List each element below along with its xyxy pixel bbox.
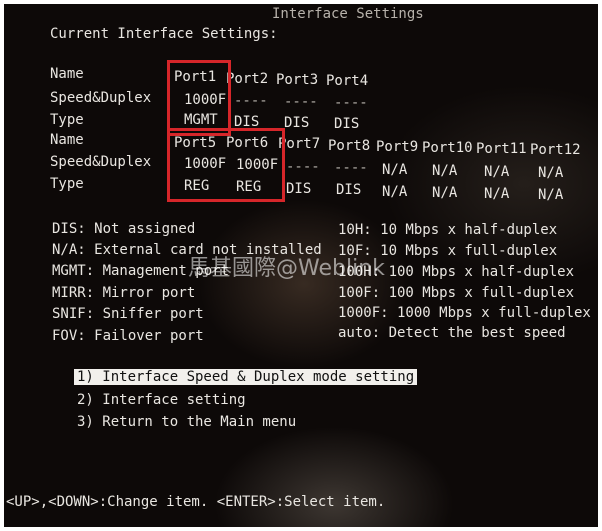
port-type: N/A [382, 184, 408, 200]
port-name: Port8 [328, 138, 371, 154]
port-speed: N/A [538, 165, 564, 181]
port-type: DIS [284, 115, 310, 131]
menu-item-interface-setting[interactable]: 2) Interface setting [77, 392, 246, 408]
port-name: Port4 [326, 73, 369, 89]
port-speed: ---- [334, 95, 368, 111]
highlight-box-port1 [167, 60, 231, 136]
window-title: Interface Settings [272, 6, 424, 22]
port-speed: ---- [234, 93, 268, 109]
label-type-1: Type [50, 112, 84, 128]
legend-left-item: DIS: Not assigned [52, 221, 196, 237]
port-speed: ---- [284, 94, 318, 110]
port-type: DIS [336, 182, 362, 198]
port-name: Port12 [530, 142, 581, 158]
legend-left-item: FOV: Failover port [52, 328, 204, 344]
label-speed-1: Speed&Duplex [50, 90, 152, 106]
legend-right-item: 100F: 100 Mbps x full-duplex [338, 285, 575, 301]
section-title: Current Interface Settings: [50, 26, 278, 42]
highlight-box-port5-6 [167, 128, 285, 202]
port-type: N/A [538, 187, 564, 203]
legend-left-item: MIRR: Mirror port [52, 285, 196, 301]
label-type-2: Type [50, 176, 84, 192]
legend-right-item: 10H: 10 Mbps x half-duplex [338, 222, 558, 238]
port-name: Port2 [226, 71, 269, 87]
menu-item-speed-duplex[interactable]: 1) Interface Speed & Duplex mode setting [74, 369, 418, 385]
port-type: DIS [334, 116, 360, 132]
port-name: Port10 [422, 140, 473, 156]
port-speed: ---- [334, 160, 368, 176]
port-speed: N/A [382, 162, 408, 178]
terminal-screen: Interface Settings Current Interface Set… [4, 4, 598, 527]
port-speed: N/A [484, 164, 510, 180]
label-name-2: Name [50, 132, 84, 148]
footer-help: <UP>,<DOWN>:Change item. <ENTER>:Select … [6, 494, 386, 510]
port-type: N/A [432, 185, 458, 201]
port-speed: N/A [432, 163, 458, 179]
watermark-text: 馬基國際@Weblink [188, 256, 385, 281]
legend-left-item: SNIF: Sniffer port [52, 306, 204, 322]
port-name: Port11 [476, 141, 527, 157]
port-type: DIS [286, 181, 312, 197]
menu-item-return-main[interactable]: 3) Return to the Main menu [77, 414, 296, 430]
label-name-1: Name [50, 66, 84, 82]
legend-right-item: 1000F: 1000 Mbps x full-duplex [338, 305, 591, 321]
port-type: N/A [484, 186, 510, 202]
port-speed: ---- [286, 159, 320, 175]
port-name: Port3 [276, 72, 319, 88]
label-speed-2: Speed&Duplex [50, 154, 152, 170]
legend-right-item: auto: Detect the best speed [338, 325, 566, 341]
port-name: Port9 [376, 139, 419, 155]
